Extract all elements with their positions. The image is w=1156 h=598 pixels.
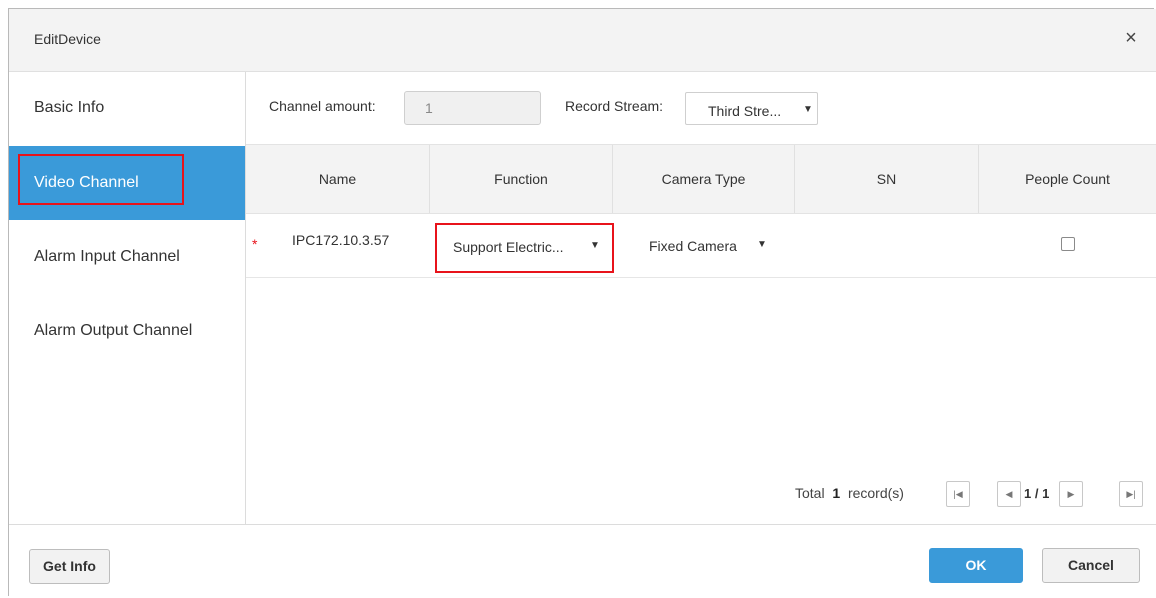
column-header-sn: SN xyxy=(795,145,979,213)
chevron-down-icon: ▼ xyxy=(590,240,600,251)
total-count: 1 xyxy=(832,485,841,501)
required-marker: * xyxy=(252,236,258,252)
channel-settings-bar: Channel amount: 1 Record Stream: Third S… xyxy=(246,72,1156,144)
sidebar-item-alarm-input-channel[interactable]: Alarm Input Channel xyxy=(9,220,245,294)
get-info-button[interactable]: Get Info xyxy=(29,549,110,584)
column-header-name: Name xyxy=(246,145,430,213)
total-records: Total 1 record(s) xyxy=(795,485,904,501)
dialog-footer: Get Info OK Cancel xyxy=(9,524,1156,598)
prev-page-icon[interactable]: ◀ xyxy=(997,481,1021,507)
sidebar: Basic Info Video Channel Alarm Input Cha… xyxy=(9,72,246,524)
column-header-camera-type: Camera Type xyxy=(613,145,795,213)
sidebar-item-basic-info[interactable]: Basic Info xyxy=(9,72,245,146)
page-indicator: 1 / 1 xyxy=(1024,486,1050,501)
sidebar-item-video-channel[interactable]: Video Channel xyxy=(9,146,245,220)
people-count-checkbox[interactable] xyxy=(1061,237,1075,251)
close-icon[interactable]: × xyxy=(1118,25,1144,51)
channel-amount-input: 1 xyxy=(404,91,541,125)
column-header-function: Function xyxy=(430,145,613,213)
record-stream-label: Record Stream: xyxy=(565,98,664,114)
first-page-icon[interactable]: |◀ xyxy=(946,481,970,507)
record-stream-select[interactable]: Third Stre... ▼ xyxy=(685,92,818,125)
sidebar-item-label: Video Channel xyxy=(34,174,139,191)
function-value: Support Electric... xyxy=(453,239,564,255)
sidebar-item-label: Alarm Input Channel xyxy=(34,248,180,265)
next-page-icon[interactable]: ▶ xyxy=(1059,481,1083,507)
channel-amount-label: Channel amount: xyxy=(269,98,376,114)
main-content: Channel amount: 1 Record Stream: Third S… xyxy=(246,72,1156,524)
channel-name: IPC172.10.3.57 xyxy=(292,232,390,248)
camera-type-value: Fixed Camera xyxy=(649,238,737,254)
record-stream-value: Third Stre... xyxy=(708,103,782,119)
table-row: * IPC172.10.3.57 Support Electric... ▼ F… xyxy=(246,214,1156,278)
ok-button[interactable]: OK xyxy=(929,548,1023,583)
dialog-title: EditDevice xyxy=(34,31,101,47)
last-page-icon[interactable]: ▶| xyxy=(1119,481,1143,507)
sidebar-item-label: Basic Info xyxy=(34,99,105,116)
total-prefix: Total xyxy=(795,485,825,501)
column-header-people-count: People Count xyxy=(1025,171,1110,187)
table-header: Name Function Camera Type SN People Coun… xyxy=(246,144,1156,214)
sidebar-item-label: Alarm Output Channel xyxy=(34,322,193,339)
sidebar-item-alarm-output-channel[interactable]: Alarm Output Channel xyxy=(9,294,245,368)
cancel-button[interactable]: Cancel xyxy=(1042,548,1140,583)
pagination: Total 1 record(s) |◀ ◀ 1 / 1 ▶ ▶| xyxy=(246,474,1156,514)
total-suffix: record(s) xyxy=(847,485,904,501)
chevron-down-icon: ▼ xyxy=(803,104,813,115)
function-select[interactable]: Support Electric... ▼ xyxy=(435,223,614,273)
dialog-titlebar: EditDevice × xyxy=(9,9,1156,72)
camera-type-select[interactable]: Fixed Camera ▼ xyxy=(633,230,793,260)
chevron-down-icon: ▼ xyxy=(757,239,767,250)
